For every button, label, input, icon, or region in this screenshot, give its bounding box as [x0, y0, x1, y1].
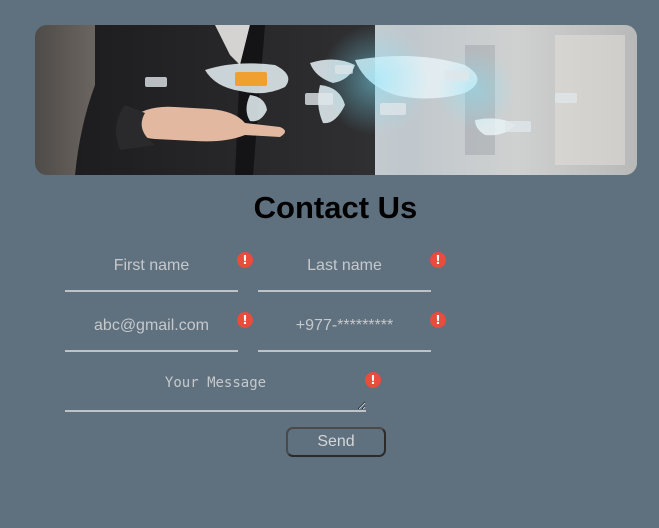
email-field[interactable] — [65, 302, 238, 352]
last-name-field[interactable] — [258, 242, 431, 292]
first-name-field[interactable] — [65, 242, 238, 292]
exclamation-icon: ! — [430, 252, 446, 268]
exclamation-icon: ! — [430, 312, 446, 328]
contact-page: Contact Us ! ! ! ! ! Send — [0, 0, 659, 528]
phone-field[interactable] — [258, 302, 431, 352]
exclamation-icon: ! — [365, 372, 381, 388]
message-field[interactable] — [65, 365, 366, 412]
send-button[interactable]: Send — [286, 427, 386, 457]
hero-banner-image — [75, 25, 637, 175]
page-title: Contact Us — [253, 190, 418, 225]
exclamation-icon: ! — [237, 252, 253, 268]
exclamation-icon: ! — [237, 312, 253, 328]
hero-banner — [35, 25, 637, 175]
